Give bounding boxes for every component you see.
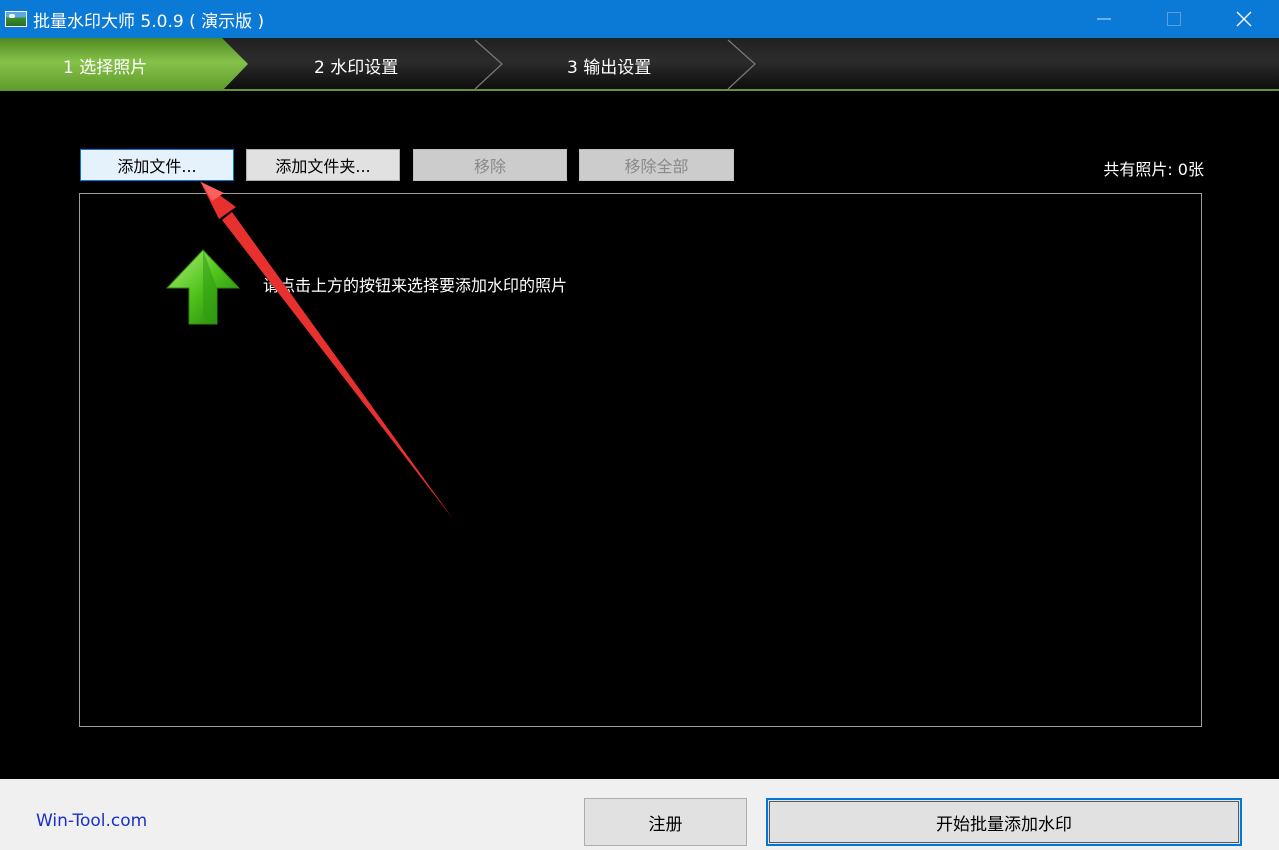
photo-count-label: 共有照片: 0张: [1103, 160, 1204, 179]
step-2-tab[interactable]: 2 水印设置: [314, 53, 398, 78]
step-separator-1: [474, 39, 503, 90]
maximize-button[interactable]: [1139, 0, 1209, 38]
remove-button[interactable]: 移除: [413, 149, 567, 181]
step-separator-2: [727, 39, 756, 90]
add-folder-button[interactable]: 添加文件夹...: [246, 149, 400, 181]
remove-all-button[interactable]: 移除全部: [579, 149, 734, 181]
app-logo-icon: [5, 11, 27, 27]
start-watermark-button[interactable]: 开始批量添加水印: [766, 798, 1242, 846]
minimize-icon: [1097, 18, 1111, 20]
title-bar: 批量水印大师 5.0.9 ( 演示版 ): [0, 0, 1279, 38]
photo-list-panel[interactable]: 请点击上方的按钮来选择要添加水印的照片: [79, 193, 1202, 727]
close-icon: [1236, 11, 1252, 27]
wizard-step-bar: 1 选择照片 2 水印设置 3 输出设置: [0, 38, 1279, 91]
window-title: 批量水印大师 5.0.9 ( 演示版 ): [33, 11, 265, 32]
add-files-button[interactable]: 添加文件...: [80, 149, 234, 181]
window-controls: [1069, 0, 1279, 38]
footer-bar: Win-Tool.com 注册 开始批量添加水印: [0, 779, 1279, 850]
step-1-tab[interactable]: 1 选择照片: [63, 53, 147, 78]
brand-link[interactable]: Win-Tool.com: [36, 811, 147, 831]
minimize-button[interactable]: [1069, 0, 1139, 38]
empty-list-hint: 请点击上方的按钮来选择要添加水印的照片: [263, 276, 568, 295]
step-3-tab[interactable]: 3 输出设置: [567, 53, 651, 78]
maximize-icon: [1167, 12, 1181, 26]
green-up-arrow-icon: [165, 249, 241, 325]
close-button[interactable]: [1209, 0, 1279, 38]
register-button[interactable]: 注册: [584, 798, 747, 846]
